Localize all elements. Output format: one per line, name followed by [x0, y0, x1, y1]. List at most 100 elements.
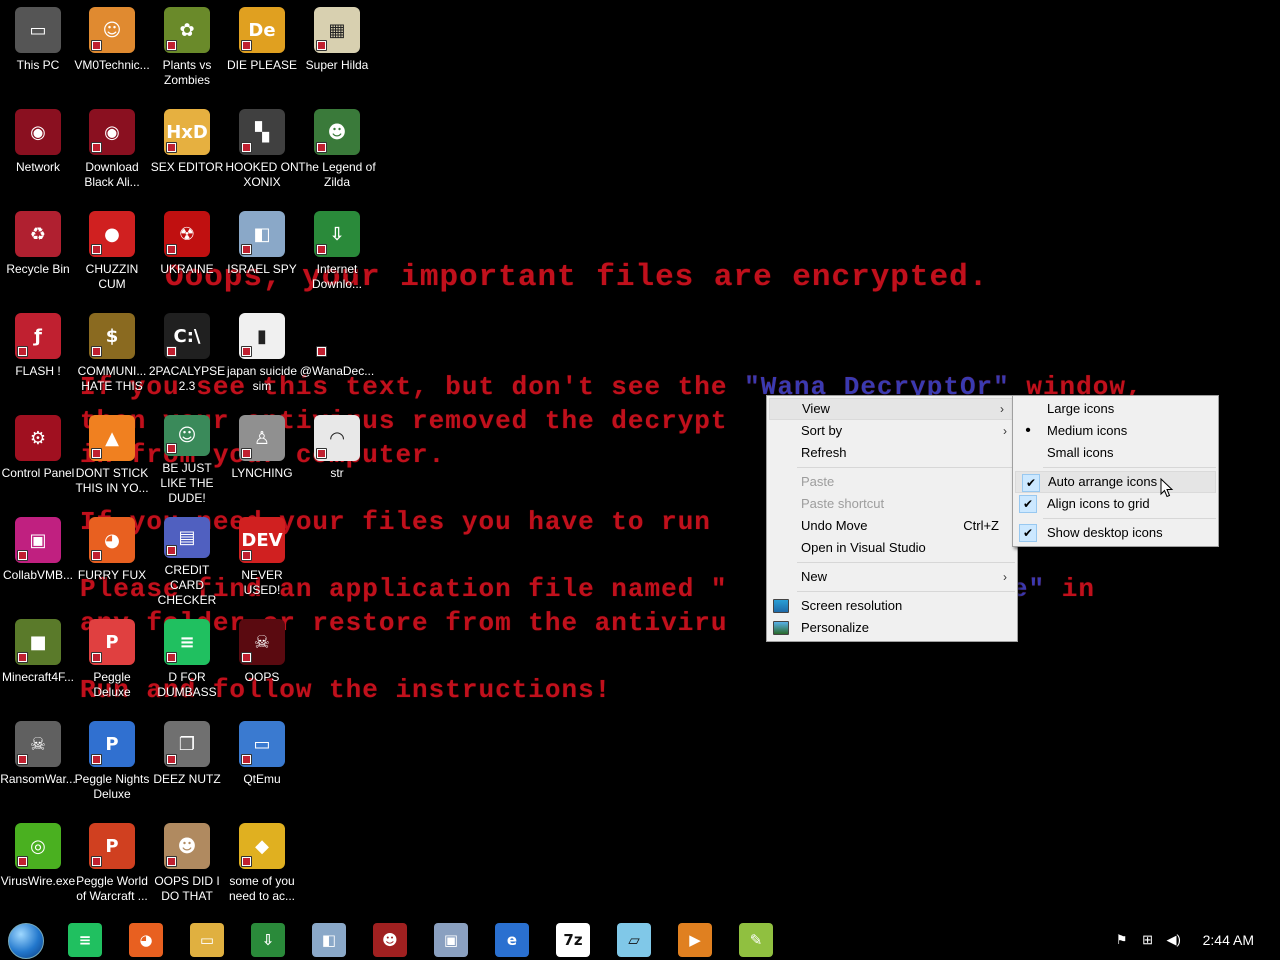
menu-item-view[interactable]: View › — [769, 398, 1015, 420]
desktop-icon-image: DEV — [239, 517, 285, 563]
desktop-icon[interactable]: ◆ some of you need to ac... — [224, 816, 300, 914]
taskbar-media-player-button[interactable]: ▶ — [678, 923, 712, 957]
desktop-icon[interactable]: ☺ VM0Technic... — [74, 0, 150, 98]
desktop-icon[interactable]: ▮ japan suicide sim — [224, 306, 300, 404]
desktop-icon[interactable]: ▦ Super Hilda — [299, 0, 375, 98]
desktop-icon[interactable]: ▚ HOOKED ON XONIX — [224, 102, 300, 200]
volume-icon[interactable]: ◀) — [1166, 932, 1182, 948]
desktop-icon[interactable]: ● CHUZZIN CUM — [74, 204, 150, 302]
desktop-icon-glyph: ≡ — [179, 631, 195, 653]
desktop-icon-image: ☠ — [15, 721, 61, 767]
shortcut-arrow-icon — [91, 40, 102, 51]
desktop-icon[interactable]: DEV NEVER USED! — [224, 510, 300, 608]
desktop-icon-glyph: ▭ — [253, 733, 271, 755]
desktop-icon[interactable]: ☢ UKRAINE — [149, 204, 225, 302]
desktop-icon[interactable]: C:\ 2PACALYPSE 2.3 — [149, 306, 225, 404]
network-icon[interactable]: ⊞ — [1140, 932, 1156, 948]
taskbar-notes-app-button[interactable]: ≡ — [68, 923, 102, 957]
taskbar-network-tool-button[interactable]: ◧ — [312, 923, 346, 957]
submenu-item-show-desktop-icons[interactable]: ✔ Show desktop icons — [1013, 522, 1218, 544]
mouse-pointer-icon — [1160, 478, 1174, 498]
desktop-icon[interactable]: ▣ CollabVMB... — [0, 510, 76, 608]
desktop-icon-glyph: ☻ — [327, 121, 347, 143]
wallpaper-line-6c: in — [1045, 574, 1095, 604]
menu-item-paste[interactable]: Paste — [767, 471, 1017, 493]
desktop-icon[interactable]: ◕ FURRY FUX — [74, 510, 150, 608]
action-center-flag-icon[interactable]: ⚑ — [1114, 932, 1130, 948]
desktop-icon-glyph: P — [105, 733, 119, 755]
desktop-icon[interactable]: @WanaDec... — [299, 306, 375, 404]
desktop-icon[interactable]: ◎ VirusWire.exe — [0, 816, 76, 914]
desktop-icon-image: ⇩ — [314, 211, 360, 257]
shortcut-arrow-icon — [91, 346, 102, 357]
desktop-icon[interactable]: HxD SEX EDITOR — [149, 102, 225, 200]
desktop-icon[interactable]: ⚙ Control Panel — [0, 408, 76, 506]
desktop-icon[interactable]: ▭ This PC — [0, 0, 76, 98]
taskbar-file-explorer-button[interactable]: ▭ — [190, 923, 224, 957]
menu-item-sort-by[interactable]: Sort by › — [767, 420, 1017, 442]
desktop-icon[interactable]: ♻ Recycle Bin — [0, 204, 76, 302]
desktop-icon-label: some of you need to ac... — [228, 874, 296, 903]
desktop-icon[interactable]: ☻ The Legend of Zilda — [298, 102, 376, 200]
desktop-icon[interactable]: ☻ OOPS DID I DO THAT — [149, 816, 225, 914]
taskbar-7zip-button[interactable]: 7z — [556, 923, 590, 957]
desktop-icon[interactable]: ■ Minecraft4F... — [0, 612, 76, 710]
desktop-icon[interactable]: ☠ OOPS — [224, 612, 300, 710]
desktop-icon-label: COMMUNI... HATE THIS — [77, 364, 147, 393]
taskbar-notepad-button[interactable]: ▱ — [617, 923, 651, 957]
desktop-icon[interactable]: ▲ DONT STICK THIS IN YO... — [74, 408, 150, 506]
desktop-icon[interactable]: ◠ str — [299, 408, 375, 506]
desktop-icon[interactable]: ƒ FLASH ! — [0, 306, 76, 404]
notepad-icon: ▱ — [628, 931, 640, 949]
menu-item-refresh[interactable]: Refresh — [767, 442, 1017, 464]
menu-item-screen-resolution[interactable]: Screen resolution — [767, 595, 1017, 617]
desktop-icon-label: DEEZ NUTZ — [153, 772, 221, 786]
desktop-icon[interactable]: ⇩ Internet Downlo... — [299, 204, 375, 302]
shortcut-arrow-icon — [17, 346, 28, 357]
taskbar-clock[interactable]: 2:44 AM — [1203, 932, 1254, 948]
desktop-icon-label: Peggle World of Warcraft ... — [76, 874, 148, 903]
desktop-icon[interactable]: ☺ BE JUST LIKE THE DUDE! — [149, 408, 225, 506]
desktop-icon[interactable]: ☠ RansomWar... — [0, 714, 76, 812]
desktop-icon[interactable]: ▤ CREDIT CARD CHECKER — [149, 510, 225, 608]
submenu-item-medium-icons[interactable]: • Medium icons — [1013, 420, 1218, 442]
taskbar-internet-explorer-button[interactable]: e — [495, 923, 529, 957]
desktop-icon[interactable]: ♙ LYNCHING — [224, 408, 300, 506]
submenu-item-small-icons[interactable]: Small icons — [1013, 442, 1218, 464]
menu-item-personalize[interactable]: Personalize — [767, 617, 1017, 639]
desktop-icon-image: ◆ — [239, 823, 285, 869]
desktop-icon[interactable]: $ COMMUNI... HATE THIS — [74, 306, 150, 404]
desktop-icon-label: The Legend of Zilda — [298, 160, 376, 189]
desktop-icon[interactable]: ◉ Network — [0, 102, 76, 200]
submenu-item-large-icons[interactable]: Large icons — [1013, 398, 1218, 420]
menu-item-undo-move[interactable]: Undo Move Ctrl+Z — [767, 515, 1017, 537]
taskbar-firefox-button[interactable]: ◕ — [129, 923, 163, 957]
shortcut-arrow-icon — [316, 448, 327, 459]
desktop-icon[interactable]: ≡ D FOR DUMBASS — [149, 612, 225, 710]
checkmark-icon: ✔ — [1019, 495, 1037, 513]
taskbar-device-manager-button[interactable]: ▣ — [434, 923, 468, 957]
taskbar-internet-download-manager-button[interactable]: ⇩ — [251, 923, 285, 957]
taskbar-painting-app-button[interactable]: ☻ — [373, 923, 407, 957]
desktop-icon-glyph: ▤ — [178, 527, 196, 548]
submenu-item-auto-arrange-icons[interactable]: ✔ Auto arrange icons — [1015, 471, 1216, 493]
shortcut-arrow-icon — [166, 443, 177, 454]
taskbar-notepad-plus-plus-button[interactable]: ✎ — [739, 923, 773, 957]
desktop-icon[interactable]: ▭ QtEmu — [224, 714, 300, 812]
menu-item-open-in-visual-studio[interactable]: Open in Visual Studio — [767, 537, 1017, 559]
desktop-icon[interactable]: De DIE PLEASE — [224, 0, 300, 98]
desktop-icon[interactable]: ❐ DEEZ NUTZ — [149, 714, 225, 812]
desktop-icon[interactable]: P Peggle Nights Deluxe — [74, 714, 150, 812]
chevron-right-icon: › — [1003, 570, 1007, 584]
start-button[interactable] — [8, 923, 44, 959]
desktop-icon[interactable]: P Peggle World of Warcraft ... — [74, 816, 150, 914]
desktop-icon[interactable]: ✿ Plants vs Zombies — [149, 0, 225, 98]
desktop-icon-glyph: De — [248, 19, 276, 41]
desktop-icon[interactable]: ◉ Download Black Ali... — [74, 102, 150, 200]
menu-item-paste-shortcut[interactable]: Paste shortcut — [767, 493, 1017, 515]
menu-item-new[interactable]: New › — [767, 566, 1017, 588]
desktop-icon[interactable]: P Peggle Deluxe — [74, 612, 150, 710]
desktop-icon[interactable]: ◧ ISRAEL SPY — [224, 204, 300, 302]
submenu-item-align-icons-to-grid[interactable]: ✔ Align icons to grid — [1013, 493, 1218, 515]
notes-app-icon: ≡ — [78, 931, 92, 949]
